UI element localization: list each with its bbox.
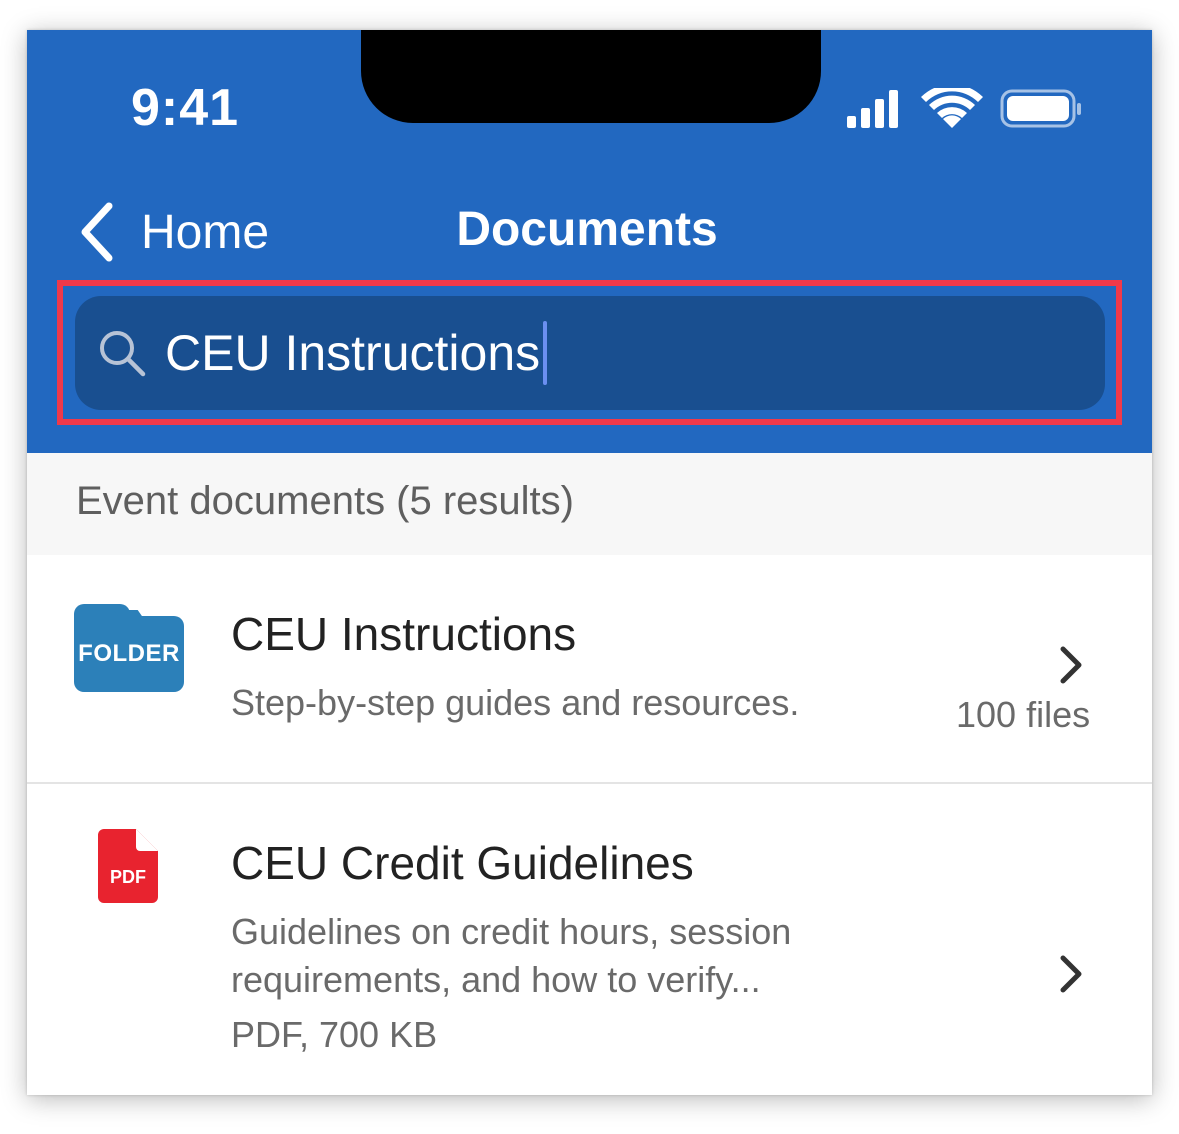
cellular-signal-icon: [847, 90, 898, 128]
result-title: CEU Credit Guidelines: [231, 837, 694, 889]
phone-screen: 9:41 Home Documents CEU Instructions Eve…: [27, 30, 1152, 1095]
result-item-folder[interactable]: FOLDER CEU Instructions Step-by-step gui…: [27, 555, 1152, 784]
section-header: Event documents (5 results): [27, 453, 1152, 555]
result-description-line-2: requirements, and how to verify...: [231, 959, 761, 1000]
file-meta: PDF, 700 KB: [231, 1014, 438, 1055]
section-title: Event documents (5 results): [76, 479, 574, 523]
battery-icon: [1000, 89, 1081, 128]
search-highlight-frame: [57, 280, 1122, 425]
result-description-line-1: Guidelines on credit hours, session: [231, 911, 792, 952]
folder-icon-label: FOLDER: [74, 616, 184, 692]
result-title: CEU Instructions: [231, 608, 577, 660]
folder-icon: FOLDER: [74, 604, 184, 692]
back-button[interactable]: Home: [75, 198, 269, 266]
status-time: 9:41: [131, 79, 240, 137]
back-button-label: Home: [141, 205, 270, 259]
pdf-file-shape: [98, 829, 158, 903]
file-count: 100 files: [956, 694, 1091, 735]
wifi-icon: [921, 88, 983, 128]
page-title: Documents: [456, 203, 718, 256]
result-description: Step-by-step guides and resources.: [231, 682, 800, 723]
chevron-right-icon: [1060, 955, 1082, 993]
device-notch: [361, 30, 821, 123]
pdf-icon: PDF: [98, 829, 158, 903]
app-header: 9:41 Home Documents CEU Instructions: [27, 30, 1152, 453]
pdf-icon-label: PDF: [110, 867, 146, 887]
status-icons: [847, 88, 1081, 128]
chevron-left-icon: [81, 202, 113, 262]
result-item-pdf[interactable]: PDF CEU Credit Guidelines Guidelines on …: [27, 784, 1152, 1095]
chevron-right-icon: [1060, 646, 1082, 684]
